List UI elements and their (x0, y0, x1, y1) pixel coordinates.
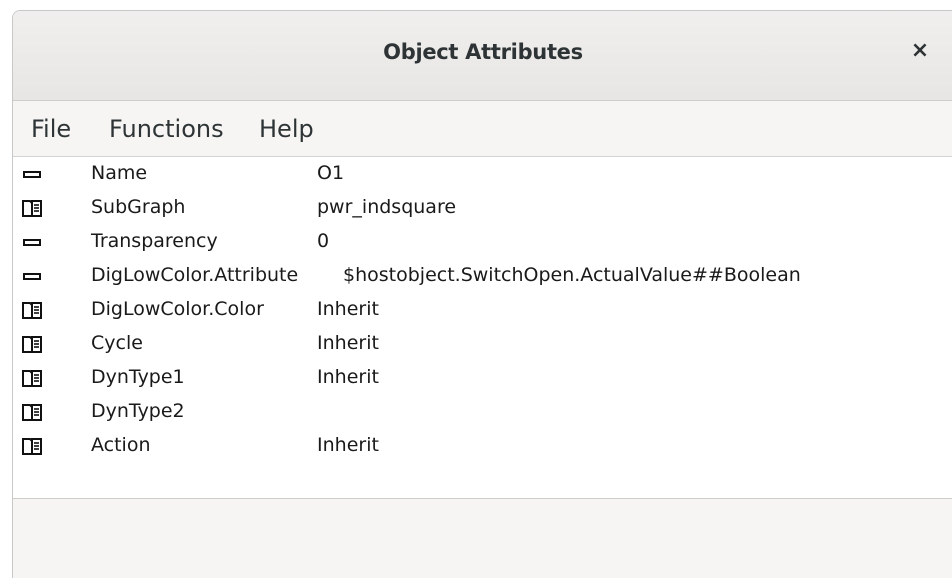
attribute-value: 0 (317, 230, 330, 252)
attribute-row-name[interactable]: Name O1 (13, 157, 952, 191)
attribute-name: DigLowColor.Color (91, 298, 264, 320)
dash-icon (23, 273, 41, 280)
menu-bar: File Functions Help (13, 101, 952, 157)
attribute-value: pwr_indsquare (317, 196, 457, 218)
folder-icon (22, 370, 42, 387)
folder-icon (22, 404, 42, 421)
object-attributes-window: Object Attributes × File Functions Help … (12, 10, 952, 578)
attribute-value: $hostobject.SwitchOpen.ActualValue##Bool… (343, 264, 801, 286)
attribute-value: Inherit (317, 366, 379, 388)
attribute-value: Inherit (317, 434, 379, 456)
attribute-value: Inherit (317, 332, 379, 354)
status-bar (13, 498, 952, 578)
folder-icon (22, 302, 42, 319)
attribute-row-cycle[interactable]: Cycle Inherit (13, 327, 952, 361)
attribute-name: DigLowColor.Attribute (91, 264, 299, 286)
attribute-name: Name (91, 162, 148, 184)
attribute-row-dyntype2[interactable]: DynType2 (13, 395, 952, 429)
attribute-name: DynType2 (91, 400, 185, 422)
attribute-name: DynType1 (91, 366, 185, 388)
attribute-row-diglowcolor-attribute[interactable]: DigLowColor.Attribute $hostobject.Switch… (13, 259, 952, 293)
attribute-row-transparency[interactable]: Transparency 0 (13, 225, 952, 259)
attribute-row-dyntype1[interactable]: DynType1 Inherit (13, 361, 952, 395)
dash-icon (23, 171, 41, 178)
close-button[interactable]: × (908, 39, 932, 63)
attribute-row-action[interactable]: Action Inherit (13, 429, 952, 463)
attribute-row-diglowcolor-color[interactable]: DigLowColor.Color Inherit (13, 293, 952, 327)
attribute-name: Cycle (91, 332, 143, 354)
menu-file[interactable]: File (31, 115, 71, 143)
folder-icon (22, 336, 42, 353)
attribute-value: Inherit (317, 298, 379, 320)
attribute-name: Transparency (91, 230, 218, 252)
attribute-name: SubGraph (91, 196, 186, 218)
attribute-name: Action (91, 434, 151, 456)
title-bar[interactable]: Object Attributes × (13, 11, 952, 101)
attribute-value: O1 (317, 162, 345, 184)
attribute-list: Name O1 SubGraph pwr_indsquare Transpare… (13, 157, 952, 497)
attribute-row-subgraph[interactable]: SubGraph pwr_indsquare (13, 191, 952, 225)
window-title: Object Attributes (383, 40, 583, 64)
menu-functions[interactable]: Functions (109, 115, 224, 143)
dash-icon (23, 239, 41, 246)
menu-help[interactable]: Help (259, 115, 314, 143)
folder-icon (22, 200, 42, 217)
folder-icon (22, 438, 42, 455)
